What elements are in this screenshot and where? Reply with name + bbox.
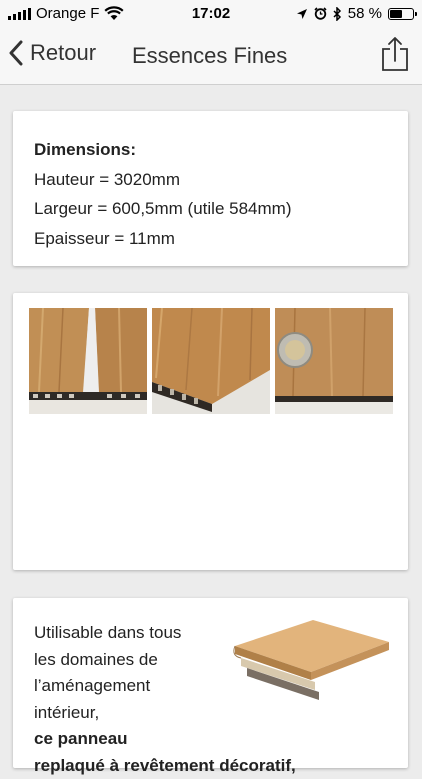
description-line: Utilisable dans tous: [34, 620, 184, 647]
photos-card: [13, 293, 408, 570]
page-title: Essences Fines: [132, 43, 287, 69]
panel-photo-2[interactable]: [152, 308, 270, 414]
thickness-value: Epaisseur = 11mm: [34, 224, 291, 254]
chevron-left-icon: [8, 40, 24, 66]
dimensions-heading: Dimensions:: [34, 135, 291, 165]
location-icon: [296, 8, 308, 20]
description-line: intérieur, ce panneau: [34, 700, 184, 753]
battery-icon: [388, 8, 414, 20]
panel-photo-3[interactable]: [275, 308, 393, 414]
status-bar: Orange F 17:02 58 %: [0, 0, 422, 28]
back-label: Retour: [30, 40, 96, 66]
dimensions-card: Dimensions: Hauteur = 3020mm Largeur = 6…: [13, 111, 408, 266]
bluetooth-icon: [333, 7, 342, 21]
panel-layers-illustration: [231, 616, 391, 706]
description-card: Utilisable dans tous les domaines de l’a…: [13, 598, 408, 768]
width-value: Largeur = 600,5mm (utile 584mm): [34, 194, 291, 224]
panel-photo-1[interactable]: [29, 308, 147, 414]
description-bold: ce panneau: [34, 729, 128, 748]
share-button[interactable]: [380, 36, 410, 72]
navigation-bar: Retour Essences Fines: [0, 28, 422, 85]
share-icon: [380, 36, 410, 72]
description-line: l’aménagement: [34, 673, 184, 700]
description-plain: intérieur,: [34, 703, 99, 722]
alarm-icon: [314, 7, 327, 20]
description-line: les domaines de: [34, 647, 184, 674]
back-button[interactable]: Retour: [8, 40, 96, 66]
height-value: Hauteur = 3020mm: [34, 165, 291, 195]
description-text: Utilisable dans tous les domaines de l’a…: [34, 620, 184, 779]
battery-percent: 58 %: [348, 5, 382, 22]
description-bold: replaqué à revêtement décoratif,: [34, 756, 296, 775]
description-line: replaqué à revêtement décoratif,: [34, 753, 184, 779]
